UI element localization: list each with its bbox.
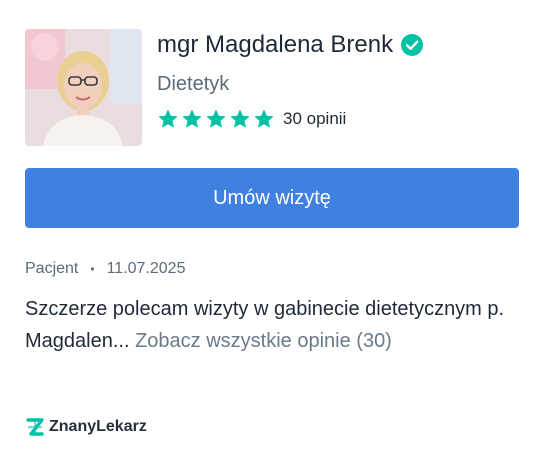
star-icon: [229, 108, 251, 130]
star-icon: [181, 108, 203, 130]
brand-name: ZnanyLekarz: [49, 418, 147, 435]
rating-row[interactable]: 30 opinii: [157, 108, 346, 130]
doctor-avatar[interactable]: [25, 29, 142, 146]
star-icon: [157, 108, 179, 130]
review-text-block: Szczerze polecam wizyty w gabinecie diet…: [25, 293, 505, 357]
doctor-name[interactable]: mgr Magdalena Brenk: [157, 30, 393, 60]
star-icon: [253, 108, 275, 130]
brand-footer[interactable]: ZnanyLekarz: [25, 417, 147, 437]
reviews-count[interactable]: 30 opinii: [283, 109, 346, 129]
review-meta: Pacjent • 11.07.2025: [25, 260, 185, 278]
znanylekarz-logo-icon: [25, 417, 45, 437]
doctor-widget-card: mgr Magdalena Brenk Dietetyk 30 opinii U…: [0, 0, 547, 465]
meta-separator: •: [90, 262, 95, 276]
see-all-reviews-link[interactable]: Zobacz wszystkie opinie (30): [135, 330, 392, 352]
review-author: Pacjent: [25, 260, 79, 277]
star-icon: [205, 108, 227, 130]
doctor-specialty: Dietetyk: [157, 73, 230, 95]
rating-stars: [157, 108, 277, 130]
review-date: 11.07.2025: [106, 260, 186, 277]
verified-check-icon: [401, 34, 424, 56]
doctor-name-row: mgr Magdalena Brenk: [157, 30, 424, 60]
book-appointment-button[interactable]: Umów wizytę: [25, 168, 519, 228]
